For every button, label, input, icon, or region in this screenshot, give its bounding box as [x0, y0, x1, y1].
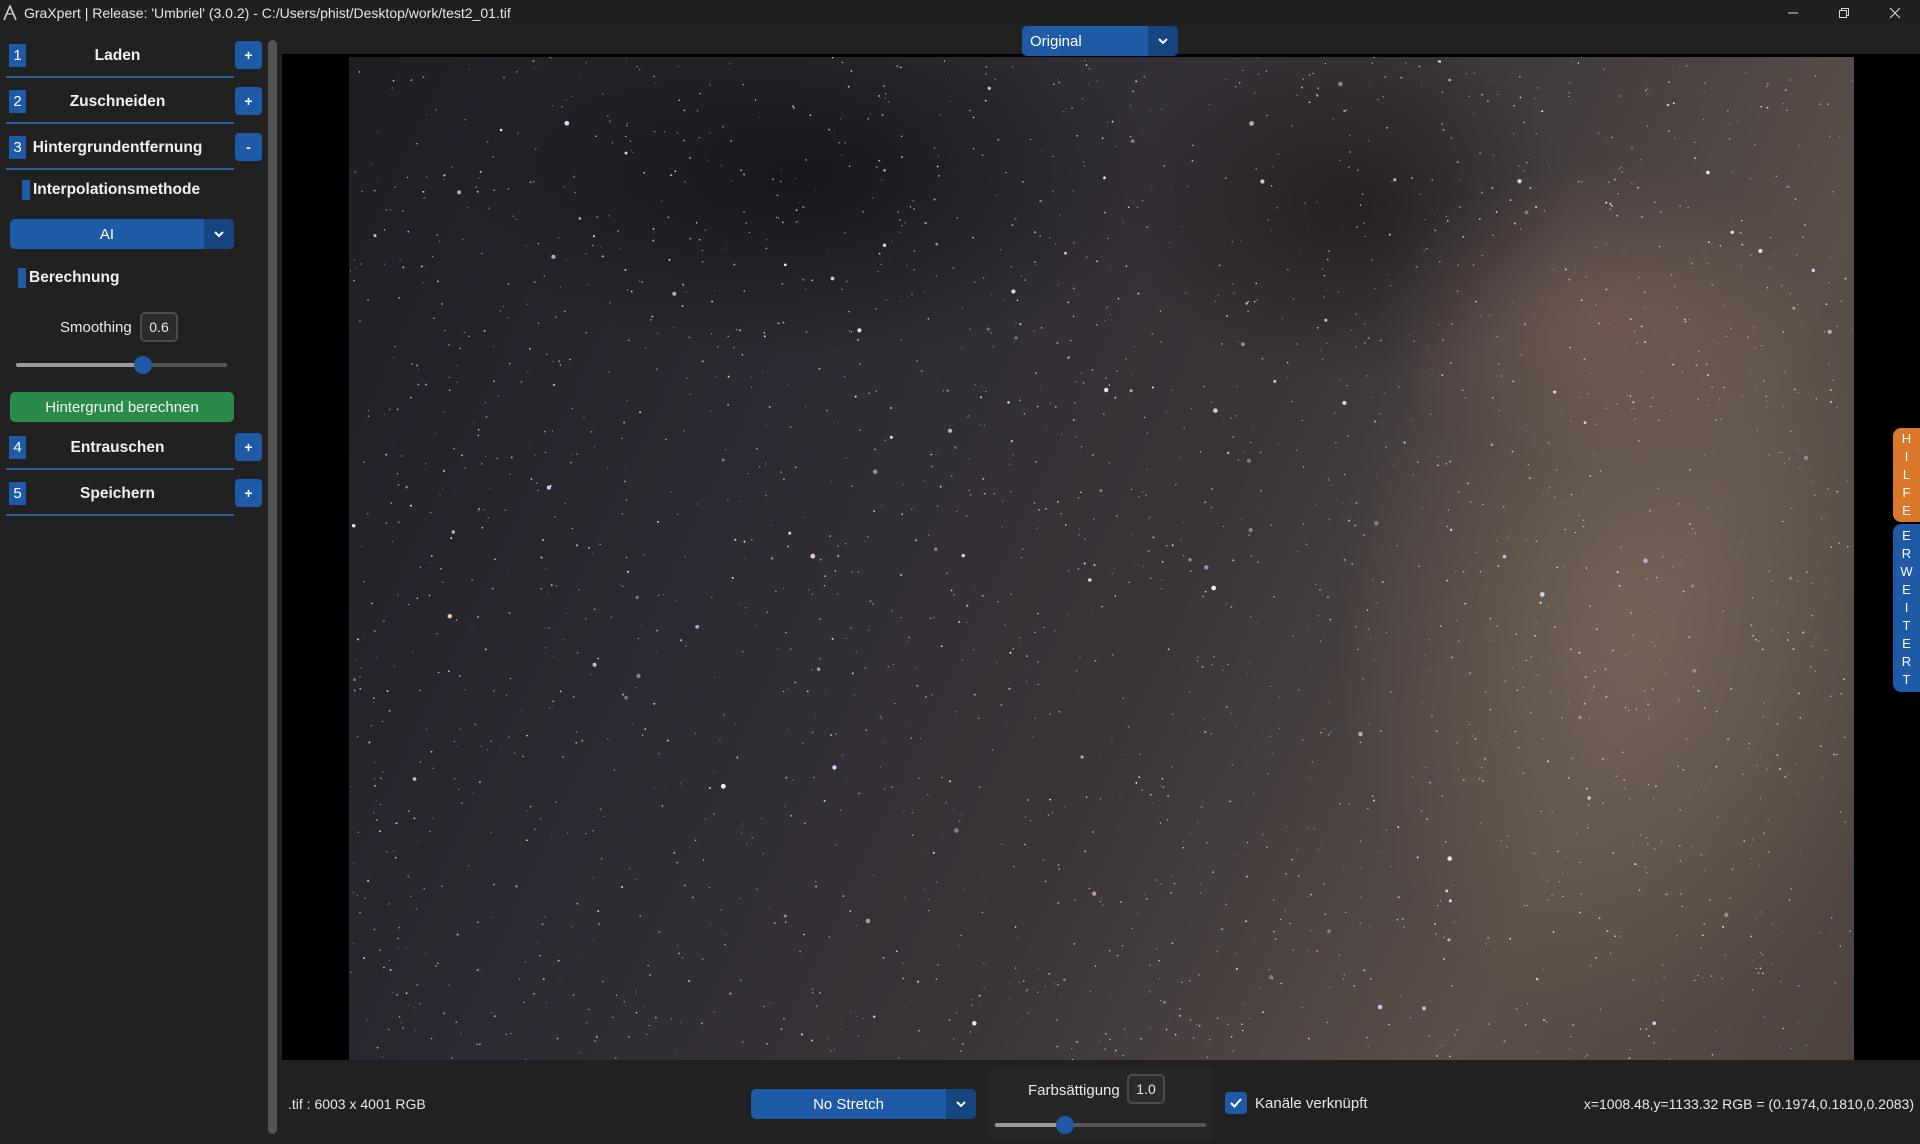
saturation-slider-fill	[995, 1123, 1065, 1127]
side-tab-letter: W	[1900, 564, 1913, 579]
interpolation-method-value: AI	[99, 225, 115, 243]
starfield-image	[349, 57, 1853, 1060]
step-label[interactable]: Speichern	[30, 474, 205, 514]
expand-button[interactable]: +	[235, 433, 262, 461]
interpolation-heading-label: Interpolationsmethode	[33, 181, 201, 198]
saturation-label: Farbsättigung	[1028, 1082, 1120, 1099]
divider	[6, 168, 234, 170]
step-number: 1	[9, 44, 26, 67]
side-tab-letter: E	[1902, 636, 1911, 651]
step-entrauschen[interactable]: 4 Entrauschen +	[6, 428, 262, 472]
cursor-coordinates: x=1008.48,y=1133.32 RGB = (0.1974,0.1810…	[1583, 1096, 1914, 1112]
step-number: 3	[9, 136, 26, 159]
side-tab-letter: T	[1902, 672, 1911, 687]
step-speichern[interactable]: 5 Speichern +	[6, 474, 262, 518]
chevron-down-icon[interactable]	[204, 219, 234, 249]
sidebar-scrollbar[interactable]	[268, 40, 277, 1134]
chevron-down-icon[interactable]	[1148, 26, 1178, 56]
expand-button[interactable]: +	[235, 41, 262, 69]
display-mode-value: Original	[1030, 32, 1082, 50]
calculate-background-button[interactable]: Hintergrund berechnen	[10, 392, 234, 422]
stretch-select[interactable]: No Stretch	[751, 1089, 976, 1119]
step-zuschneiden[interactable]: 2 Zuschneiden +	[6, 82, 262, 126]
step-label[interactable]: Laden	[30, 36, 205, 76]
window-title: GraXpert | Release: 'Umbriel' (3.0.2) - …	[24, 5, 511, 21]
side-tab-letter: R	[1901, 546, 1912, 561]
channels-linked-checkbox[interactable]	[1225, 1092, 1247, 1114]
smoothing-slider-fill	[16, 363, 143, 367]
divider	[6, 76, 234, 78]
calculation-heading-label: Berechnung	[29, 269, 120, 286]
saturation-slider[interactable]	[995, 1116, 1206, 1134]
section-marker	[18, 268, 26, 288]
side-tab-letter: I	[1904, 449, 1909, 464]
file-info: .tif : 6003 x 4001 RGB	[288, 1096, 426, 1112]
smoothing-value-field[interactable]: 0.6	[140, 312, 178, 342]
interpolation-heading: Interpolationsmethode	[22, 180, 200, 200]
astro-image-view[interactable]	[349, 57, 1854, 1060]
close-icon[interactable]	[1869, 0, 1920, 26]
side-tab-letter: H	[1901, 431, 1912, 446]
divider	[6, 122, 234, 124]
graxpert-logo-icon	[2, 5, 18, 21]
title-bar: GraXpert | Release: 'Umbriel' (3.0.2) - …	[0, 0, 1920, 26]
saturation-value-field[interactable]: 1.0	[1127, 1074, 1165, 1104]
step-label[interactable]: Entrauschen	[30, 428, 205, 468]
expand-button[interactable]: +	[235, 87, 262, 115]
step-number: 4	[9, 436, 26, 459]
step-number: 2	[9, 90, 26, 113]
calculation-heading: Berechnung	[18, 268, 119, 288]
step-hintergrundentfernung[interactable]: 3 Hintergrundentfernung -	[6, 128, 262, 172]
channels-linked-label: Kanäle verknüpft	[1255, 1095, 1368, 1112]
section-marker	[22, 180, 30, 200]
minimize-icon[interactable]	[1767, 0, 1818, 26]
step-label[interactable]: Zuschneiden	[30, 82, 205, 122]
side-tab-letter: T	[1902, 618, 1911, 633]
window-controls	[1767, 0, 1920, 26]
interpolation-method-select[interactable]: AI	[10, 219, 234, 249]
smoothing-slider[interactable]	[16, 356, 227, 374]
saturation-panel: Farbsättigung 1.0	[989, 1068, 1213, 1140]
expand-button[interactable]: +	[235, 479, 262, 507]
side-tab-letter: R	[1901, 654, 1912, 669]
display-mode-select[interactable]: Original	[1022, 26, 1178, 56]
chevron-down-icon[interactable]	[946, 1089, 976, 1119]
divider	[6, 514, 234, 516]
side-tab-letter: L	[1902, 467, 1911, 482]
side-tab-letter: I	[1904, 600, 1909, 615]
side-tab-letter: E	[1902, 528, 1911, 543]
checkmark-icon	[1230, 1098, 1242, 1108]
step-number: 5	[9, 482, 26, 505]
side-tab-letter: E	[1902, 582, 1911, 597]
collapse-button[interactable]: -	[235, 133, 262, 161]
saturation-slider-handle[interactable]	[1055, 1116, 1074, 1134]
side-tab-letter: E	[1902, 503, 1911, 518]
divider	[6, 468, 234, 470]
step-label[interactable]: Hintergrundentfernung	[30, 128, 205, 168]
side-tab-letter: F	[1902, 485, 1911, 500]
restore-icon[interactable]	[1818, 0, 1869, 26]
stretch-value: No Stretch	[813, 1095, 884, 1113]
step-laden[interactable]: 1 Laden +	[6, 36, 262, 80]
help-side-tab[interactable]: HILFE	[1893, 428, 1920, 522]
sidebar: 1 Laden + 2 Zuschneiden + 3 Hintergrunde…	[0, 36, 270, 1136]
smoothing-slider-handle[interactable]	[133, 356, 152, 374]
advanced-side-tab[interactable]: ERWEITERT	[1893, 524, 1920, 692]
smoothing-label: Smoothing	[60, 319, 132, 336]
